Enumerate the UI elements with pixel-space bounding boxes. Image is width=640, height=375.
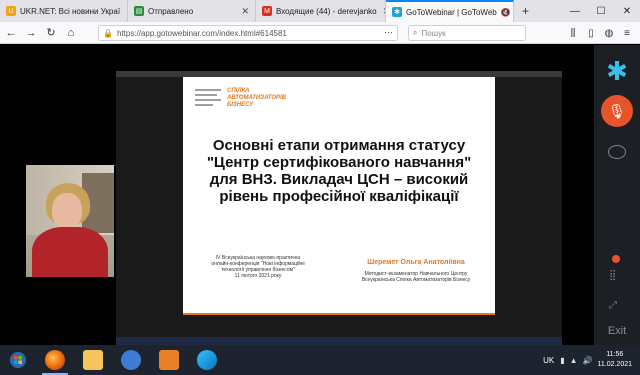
clock-time: 11:56 (606, 351, 624, 358)
lock-icon[interactable]: 🔒 (103, 29, 113, 38)
logo-line: СПІЛКА (227, 87, 250, 94)
expand-icon[interactable]: ⤢ (609, 300, 617, 311)
role-line: Всеукраїнська Спілка Автоматизаторів Біз… (361, 277, 471, 283)
language-indicator[interactable]: UK (543, 356, 554, 365)
maximize-button[interactable]: ☐ (588, 0, 614, 22)
windows-start-icon (10, 352, 26, 368)
firefox-icon (45, 350, 65, 370)
tab-ukrnet[interactable]: U UKR.NET: Всі новини Украї ✕ (0, 0, 128, 22)
taskbar-media-player[interactable] (112, 345, 150, 375)
record-indicator-icon (612, 255, 620, 263)
slide-title-line: для ВНЗ. Викладач ЦСН – високий (209, 171, 469, 188)
organization-logo: СПІЛКА АВТОМАТИЗАТОРІВ БІЗНЕСУ (195, 87, 286, 109)
logo-mark-icon (195, 87, 221, 109)
tab-title: GoToWebinar | GoToWeb (406, 7, 497, 17)
minimize-button[interactable]: — (562, 0, 588, 22)
home-button[interactable]: ⌂ (62, 24, 80, 42)
tab-gotowebinar[interactable]: ✱ GoToWebinar | GoToWeb 🔇 ✕ (386, 0, 514, 22)
presenter-webcam (26, 165, 114, 277)
slide-title: Основні етапи отримання статусу "Центр с… (193, 137, 485, 205)
slide-title-line: рівень професійної кваліфікації (219, 188, 459, 205)
taskbar-file-explorer[interactable] (74, 345, 112, 375)
video-icon (159, 350, 179, 370)
tab-title: Входящие (44) - derevjanko (276, 6, 377, 16)
slide-title-line: "Центр сертифікованого навчання" (206, 154, 472, 171)
sidebar-icon[interactable]: ▯ (582, 25, 600, 41)
back-button[interactable]: ← (2, 24, 20, 42)
webinar-stage: СПІЛКА АВТОМАТИЗАТОРІВ БІЗНЕСУ Основні е… (0, 45, 594, 349)
presentation-slide: СПІЛКА АВТОМАТИЗАТОРІВ БІЗНЕСУ Основні е… (183, 77, 495, 313)
shared-screen: СПІЛКА АВТОМАТИЗАТОРІВ БІЗНЕСУ Основні е… (116, 71, 562, 349)
grab-tab-icon[interactable]: ⣿ (609, 270, 616, 281)
menu-icon[interactable]: ≡ (618, 25, 636, 41)
taskbar-edge[interactable] (188, 345, 226, 375)
tab-title: Отправлено (148, 6, 194, 16)
shield-icon[interactable]: ◍ (600, 25, 618, 41)
close-window-button[interactable]: ✕ (614, 0, 640, 22)
gotowebinar-logo-icon: ✱ (606, 55, 628, 86)
author-role: Методист-екзаменатор Навчального Центру … (351, 271, 481, 283)
address-bar[interactable]: 🔒 https://app.gotowebinar.com/index.html… (98, 25, 398, 41)
page-actions-icon[interactable]: ··· (384, 27, 393, 37)
questions-icon[interactable] (608, 145, 626, 159)
microphone-off-icon: 🎙 (608, 102, 626, 119)
gotowebinar-favicon-icon: ✱ (392, 7, 402, 17)
system-tray: UK ▮ ▲ 🔊 11:56 11.02.2021 (543, 345, 640, 375)
search-icon: ⌕ (413, 28, 418, 37)
library-icon[interactable]: ⫼ (564, 25, 582, 41)
media-player-icon (121, 350, 141, 370)
clock-date: 11.02.2021 (597, 361, 632, 368)
forward-button[interactable]: → (22, 24, 40, 42)
edge-icon (197, 350, 217, 370)
folder-icon (83, 350, 103, 370)
slide-title-line: Основні етапи отримання статусу (212, 137, 466, 154)
windows-taskbar: UK ▮ ▲ 🔊 11:56 11.02.2021 (0, 345, 640, 375)
network-icon[interactable]: ▮ (560, 356, 564, 365)
mail-favicon-icon: ▤ (134, 6, 144, 16)
tab-title: UKR.NET: Всі новини Украї (20, 6, 121, 16)
taskbar-video[interactable] (150, 345, 188, 375)
taskbar-firefox[interactable] (36, 345, 74, 375)
tab-gmail-inbox[interactable]: M Входящие (44) - derevjanko ✕ (256, 0, 386, 22)
logo-line: БІЗНЕСУ (227, 101, 254, 108)
window-controls: — ☐ ✕ (562, 0, 640, 22)
tray-icon[interactable]: ▲ (570, 356, 578, 365)
url-text: https://app.gotowebinar.com/index.html#6… (116, 28, 287, 38)
clock[interactable]: 11:56 11.02.2021 (597, 350, 632, 370)
start-button[interactable] (0, 345, 36, 375)
speaker-mute-icon[interactable]: 🔇 (501, 8, 511, 17)
close-tab-icon[interactable]: ✕ (241, 6, 249, 17)
ukrnet-favicon-icon: U (6, 6, 16, 16)
conference-note: IV Всеукраїнська науково-практична онлай… (193, 255, 323, 279)
reload-button[interactable]: ↻ (42, 24, 60, 42)
search-input[interactable]: ⌕ Пошук (408, 25, 526, 41)
toolbar-right: ⫼ ▯ ◍ ≡ (564, 25, 636, 41)
volume-icon[interactable]: 🔊 (583, 356, 593, 365)
search-placeholder: Пошук (421, 28, 446, 38)
logo-line: АВТОМАТИЗАТОРІВ (227, 94, 287, 101)
gotowebinar-side-panel: ✱ 🎙 ⣿ ⤢ Exit (594, 45, 640, 345)
tab-sent-mail[interactable]: ▤ Отправлено ✕ (128, 0, 256, 22)
browser-tab-bar: U UKR.NET: Всі новини Украї ✕ ▤ Отправле… (0, 0, 640, 22)
new-tab-button[interactable]: + (514, 0, 537, 22)
exit-button[interactable]: Exit (594, 325, 640, 337)
browser-nav-bar: ← → ↻ ⌂ 🔒 https://app.gotowebinar.com/in… (0, 22, 640, 44)
slide-accent-line (183, 313, 495, 315)
note-line: 11 лютого 2021 року (234, 273, 282, 279)
gmail-favicon-icon: M (262, 6, 272, 16)
author-name: Шеремет Ольга Анатоліївна (367, 259, 465, 266)
mute-microphone-button[interactable]: 🎙 (601, 95, 633, 127)
